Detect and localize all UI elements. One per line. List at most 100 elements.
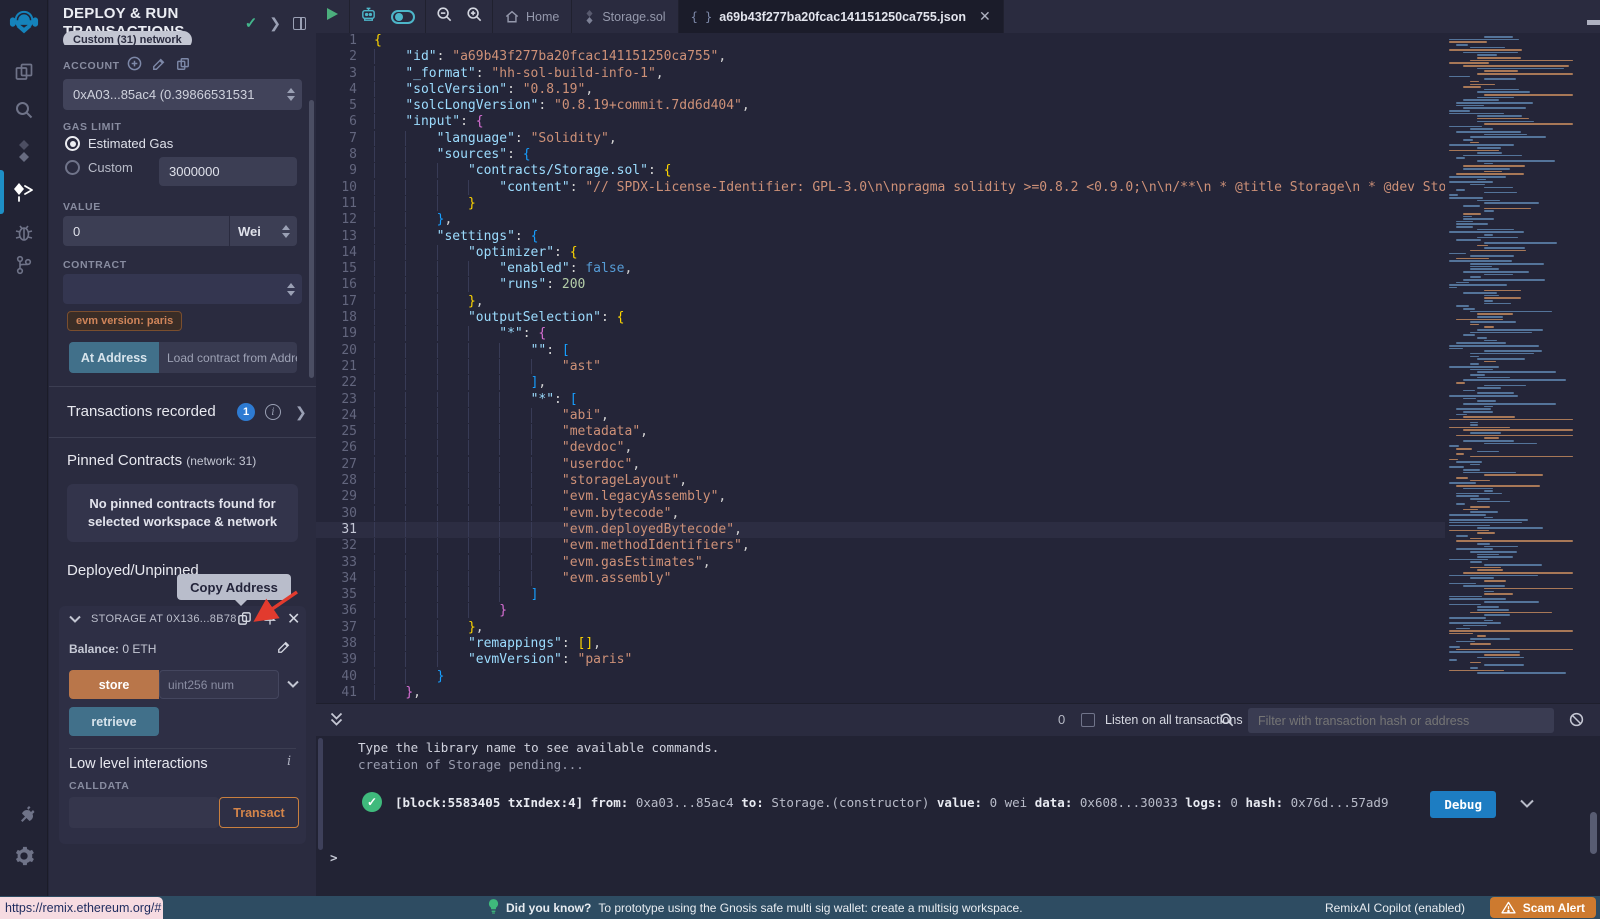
- deploy-run-icon[interactable]: [0, 176, 48, 208]
- custom-gas-input[interactable]: [159, 157, 297, 186]
- pin-panel-icon[interactable]: [293, 17, 306, 30]
- custom-gas-radio[interactable]: [65, 160, 80, 175]
- edit-balance-icon[interactable]: [277, 640, 291, 654]
- value-input[interactable]: [63, 216, 229, 246]
- estimated-gas-radio[interactable]: [65, 136, 80, 151]
- code-line[interactable]: 31 "evm.deployedBytecode",: [316, 522, 1445, 538]
- settings-gear-icon[interactable]: [0, 840, 48, 872]
- code-line[interactable]: 8 "sources": {: [316, 147, 1445, 163]
- contract-select[interactable]: [63, 274, 302, 304]
- code-line[interactable]: 26 "devdoc",: [316, 440, 1445, 456]
- code-line[interactable]: 34 "evm.assembly": [316, 571, 1445, 587]
- panel-scrollbar[interactable]: [309, 100, 314, 378]
- store-button[interactable]: store: [69, 670, 159, 699]
- zoom-in-icon[interactable]: [466, 6, 482, 27]
- minimap[interactable]: [1445, 36, 1588, 696]
- code-line[interactable]: 18 "outputSelection": {: [316, 310, 1445, 326]
- code-line[interactable]: 19 "*": {: [316, 326, 1445, 342]
- tx-info-icon[interactable]: i: [265, 404, 281, 420]
- code-line[interactable]: 22 ],: [316, 375, 1445, 391]
- tx-expand-icon[interactable]: ❯: [295, 404, 307, 421]
- code-line[interactable]: 29 "evm.legacyAssembly",: [316, 489, 1445, 505]
- scam-alert-button[interactable]: Scam Alert: [1490, 897, 1596, 918]
- account-stepper[interactable]: [280, 88, 302, 101]
- code-line[interactable]: 10 "content": "// SPDX-License-Identifie…: [316, 180, 1445, 196]
- add-account-icon[interactable]: [127, 56, 142, 76]
- file-explorer-icon[interactable]: [0, 58, 48, 86]
- copy-account-icon[interactable]: [176, 57, 190, 76]
- code-line[interactable]: 30 "evm.bytecode",: [316, 506, 1445, 522]
- code-line[interactable]: 39 "evmVersion": "paris": [316, 652, 1445, 668]
- code-lines[interactable]: 1{2 "id": "a69b43f277ba20fcac141151250ca…: [316, 33, 1445, 703]
- code-line[interactable]: 38 "remappings": [],: [316, 636, 1445, 652]
- terminal-search-icon[interactable]: [1219, 712, 1234, 732]
- expand-store-icon[interactable]: [287, 680, 299, 688]
- solidity-compiler-icon[interactable]: [0, 136, 48, 166]
- code-line[interactable]: 13 "settings": {: [316, 229, 1445, 245]
- remix-logo-icon[interactable]: [0, 6, 48, 40]
- at-address-button[interactable]: At Address: [69, 342, 159, 373]
- tab-home[interactable]: Home: [493, 0, 572, 33]
- custom-gas-option[interactable]: Custom: [65, 160, 133, 175]
- code-line[interactable]: 24 "abi",: [316, 408, 1445, 424]
- code-line[interactable]: 3 "_format": "hh-sol-build-info-1",: [316, 66, 1445, 82]
- expand-terminal-icon[interactable]: [330, 712, 343, 732]
- code-line[interactable]: 1{: [316, 33, 1445, 49]
- editor-scrollbar-handle[interactable]: [1587, 20, 1600, 25]
- code-line[interactable]: 25 "metadata",: [316, 424, 1445, 440]
- code-line[interactable]: 41 },: [316, 685, 1445, 701]
- collapse-contract-icon[interactable]: [69, 615, 81, 623]
- unit-stepper[interactable]: [275, 225, 297, 238]
- estimated-gas-option[interactable]: Estimated Gas: [65, 136, 173, 151]
- code-line[interactable]: 37 },: [316, 620, 1445, 636]
- code-line[interactable]: 32 "evm.methodIdentifiers",: [316, 538, 1445, 554]
- tab-json-file[interactable]: { } a69b43f277ba20fcac141151250ca755.jso…: [679, 0, 1004, 33]
- copilot-status[interactable]: RemixAI Copilot (enabled): [1325, 901, 1465, 915]
- expand-panel-icon[interactable]: ❯: [269, 15, 281, 32]
- terminal-scrollbar-right[interactable]: [1590, 812, 1597, 854]
- code-line[interactable]: 5 "solcLongVersion": "0.8.19+commit.7dd6…: [316, 98, 1445, 114]
- code-line[interactable]: 17 },: [316, 294, 1445, 310]
- ai-copilot-robot-icon[interactable]: [360, 6, 377, 28]
- code-line[interactable]: 4 "solcVersion": "0.8.19",: [316, 82, 1445, 98]
- run-script-icon[interactable]: [326, 7, 339, 26]
- store-arg-input[interactable]: [159, 670, 279, 699]
- clear-console-icon[interactable]: [1569, 712, 1584, 732]
- calldata-input[interactable]: [69, 797, 219, 828]
- load-contract-input[interactable]: Load contract from Address: [159, 342, 297, 373]
- terminal[interactable]: Type the library name to see available c…: [316, 736, 1600, 896]
- edit-account-icon[interactable]: [152, 57, 166, 76]
- close-tab-icon[interactable]: ✕: [979, 8, 991, 25]
- code-line[interactable]: 6 "input": {: [316, 114, 1445, 130]
- retrieve-button[interactable]: retrieve: [69, 707, 159, 736]
- code-line[interactable]: 2 "id": "a69b43f277ba20fcac141151250ca75…: [316, 49, 1445, 65]
- code-line[interactable]: 21 "ast": [316, 359, 1445, 375]
- code-line[interactable]: 28 "storageLayout",: [316, 473, 1445, 489]
- code-line[interactable]: 40 }: [316, 669, 1445, 685]
- code-line[interactable]: 20 "": [: [316, 343, 1445, 359]
- code-line[interactable]: 35 ]: [316, 587, 1445, 603]
- git-icon[interactable]: [0, 250, 48, 280]
- account-select[interactable]: 0xA03...85ac4 (0.39866531531: [63, 79, 302, 110]
- zoom-out-icon[interactable]: [436, 6, 452, 27]
- code-line[interactable]: 23 "*": [: [316, 392, 1445, 408]
- copilot-toggle[interactable]: [391, 10, 415, 24]
- plugin-manager-icon[interactable]: [0, 800, 48, 832]
- code-line[interactable]: 16 "runs": 200: [316, 277, 1445, 293]
- tab-storage-sol[interactable]: Storage.sol: [572, 0, 678, 33]
- code-line[interactable]: 36 }: [316, 603, 1445, 619]
- listen-checkbox[interactable]: [1081, 713, 1095, 727]
- tx-log-text[interactable]: [block:5583405 txIndex:4] from: 0xa03...…: [395, 795, 1400, 810]
- code-line[interactable]: 14 "optimizer": {: [316, 245, 1445, 261]
- code-line[interactable]: 15 "enabled": false,: [316, 261, 1445, 277]
- terminal-scrollbar-left[interactable]: [318, 738, 323, 850]
- contract-stepper[interactable]: [280, 283, 302, 296]
- code-line[interactable]: 27 "userdoc",: [316, 457, 1445, 473]
- filter-input[interactable]: [1248, 708, 1554, 733]
- expand-tx-icon[interactable]: [1520, 796, 1534, 811]
- debugger-icon[interactable]: [0, 218, 48, 248]
- transact-button[interactable]: Transact: [219, 797, 299, 828]
- code-line[interactable]: 33 "evm.gasEstimates",: [316, 555, 1445, 571]
- terminal-prompt[interactable]: >: [330, 850, 338, 865]
- code-line[interactable]: 12 },: [316, 212, 1445, 228]
